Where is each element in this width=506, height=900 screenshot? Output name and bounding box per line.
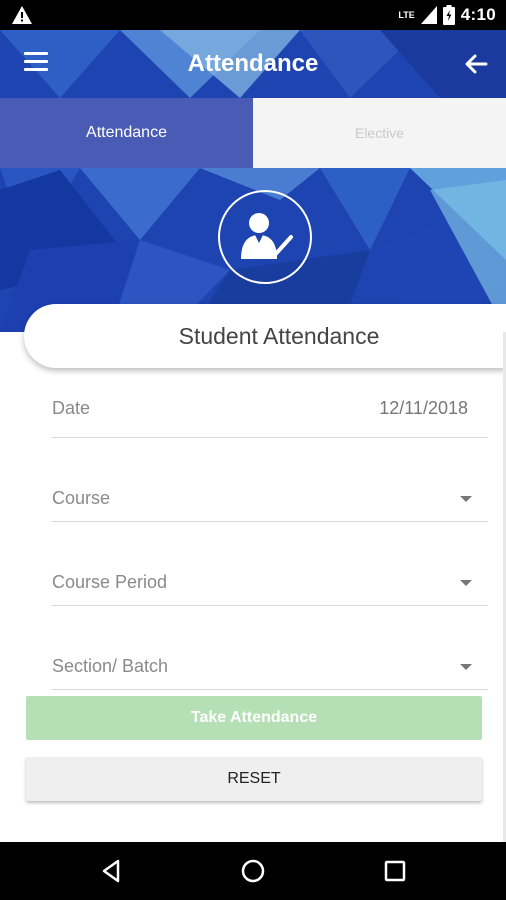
course-select[interactable]: Course [52,478,488,522]
card-title: Student Attendance [178,322,380,349]
nav-recents-icon[interactable] [380,856,410,886]
course-label: Course [52,488,111,508]
chevron-down-icon [460,664,472,670]
nav-home-icon[interactable] [238,856,268,886]
chevron-down-icon [460,580,472,586]
date-value: 12/11/2018 [379,398,468,418]
back-arrow-icon[interactable] [460,48,492,80]
section-batch-select[interactable]: Section/ Batch [52,646,488,690]
take-attendance-button[interactable]: Take Attendance [26,696,482,740]
date-field[interactable]: Date 12/11/2018 [52,388,488,438]
signal-icon [420,6,437,24]
nav-back-icon[interactable] [96,856,126,886]
date-label: Date [52,398,91,418]
battery-icon [442,5,455,25]
system-nav-bar [0,842,506,900]
attendance-avatar [218,190,312,284]
clock: 4:10 [460,5,496,24]
chevron-down-icon [460,496,472,502]
tab-attendance[interactable]: Attendance [0,98,253,168]
user-check-icon [241,213,293,259]
student-attendance-card: Student Attendance [24,304,506,368]
warning-icon [12,6,32,24]
status-bar: LTE 4:10 [0,0,506,30]
section-batch-label: Section/ Batch [52,656,169,676]
reset-button[interactable]: RESET [26,757,482,801]
tab-bar: Attendance Elective [0,98,506,168]
course-period-select[interactable]: Course Period [52,562,488,606]
lte-label: LTE [398,10,415,20]
app-bar: Attendance [0,30,506,98]
page-title: Attendance [187,50,319,77]
course-period-label: Course Period [52,572,168,592]
tab-elective[interactable]: Elective [253,98,506,168]
